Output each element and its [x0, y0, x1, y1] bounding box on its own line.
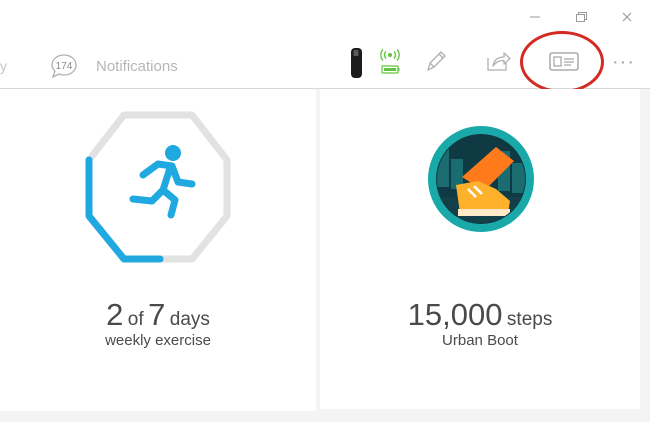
urban-boot-badge	[428, 126, 534, 232]
minimize-button[interactable]	[525, 8, 545, 26]
sync-icon	[380, 49, 400, 74]
badge-name: Urban Boot	[442, 332, 518, 349]
window-controls	[520, 0, 650, 34]
edit-button[interactable]	[424, 48, 448, 79]
runner-icon	[129, 145, 196, 219]
tracker-icon	[351, 48, 362, 78]
maximize-button[interactable]	[571, 8, 591, 26]
exercise-of-label: of	[127, 309, 144, 330]
notification-count: 174	[56, 61, 73, 72]
exercise-days-value: 2	[106, 297, 124, 332]
exercise-stat: 2 of 7 days	[0, 297, 316, 333]
steps-value: 15,000	[407, 297, 503, 332]
restore-icon	[576, 12, 587, 22]
tab-label-fragment[interactable]: y	[0, 58, 7, 74]
progress-fill	[85, 156, 164, 263]
dashboard-area: 2 of 7 days weekly exercise 15,000 steps…	[0, 89, 650, 422]
steps-stat: 15,000 steps	[320, 297, 640, 333]
exercise-progress-ring	[85, 111, 231, 263]
notifications-link[interactable]: Notifications	[96, 58, 178, 75]
exercise-tile[interactable]: 2 of 7 days weekly exercise	[0, 89, 316, 411]
close-button[interactable]	[617, 8, 637, 26]
share-button[interactable]	[485, 48, 513, 79]
pencil-icon	[427, 51, 446, 71]
steps-unit: steps	[506, 309, 553, 330]
exercise-unit: days	[169, 309, 210, 330]
highlight-circle	[520, 31, 604, 93]
notifications-badge[interactable]: 174	[50, 53, 78, 84]
boot-sole	[458, 209, 510, 216]
exercise-label: weekly exercise	[105, 332, 211, 349]
exercise-days-target: 7	[148, 297, 166, 332]
top-toolbar: y 174 Notifications ···	[0, 31, 650, 93]
share-icon	[487, 52, 511, 71]
device-status[interactable]	[347, 46, 367, 85]
more-options-button[interactable]: ···	[612, 51, 635, 74]
chat-bubble-icon: 174	[51, 54, 77, 79]
sync-status[interactable]	[378, 48, 402, 81]
close-icon	[622, 12, 632, 22]
minimize-icon	[530, 16, 540, 18]
steps-badge-tile[interactable]: 15,000 steps Urban Boot	[320, 89, 640, 409]
